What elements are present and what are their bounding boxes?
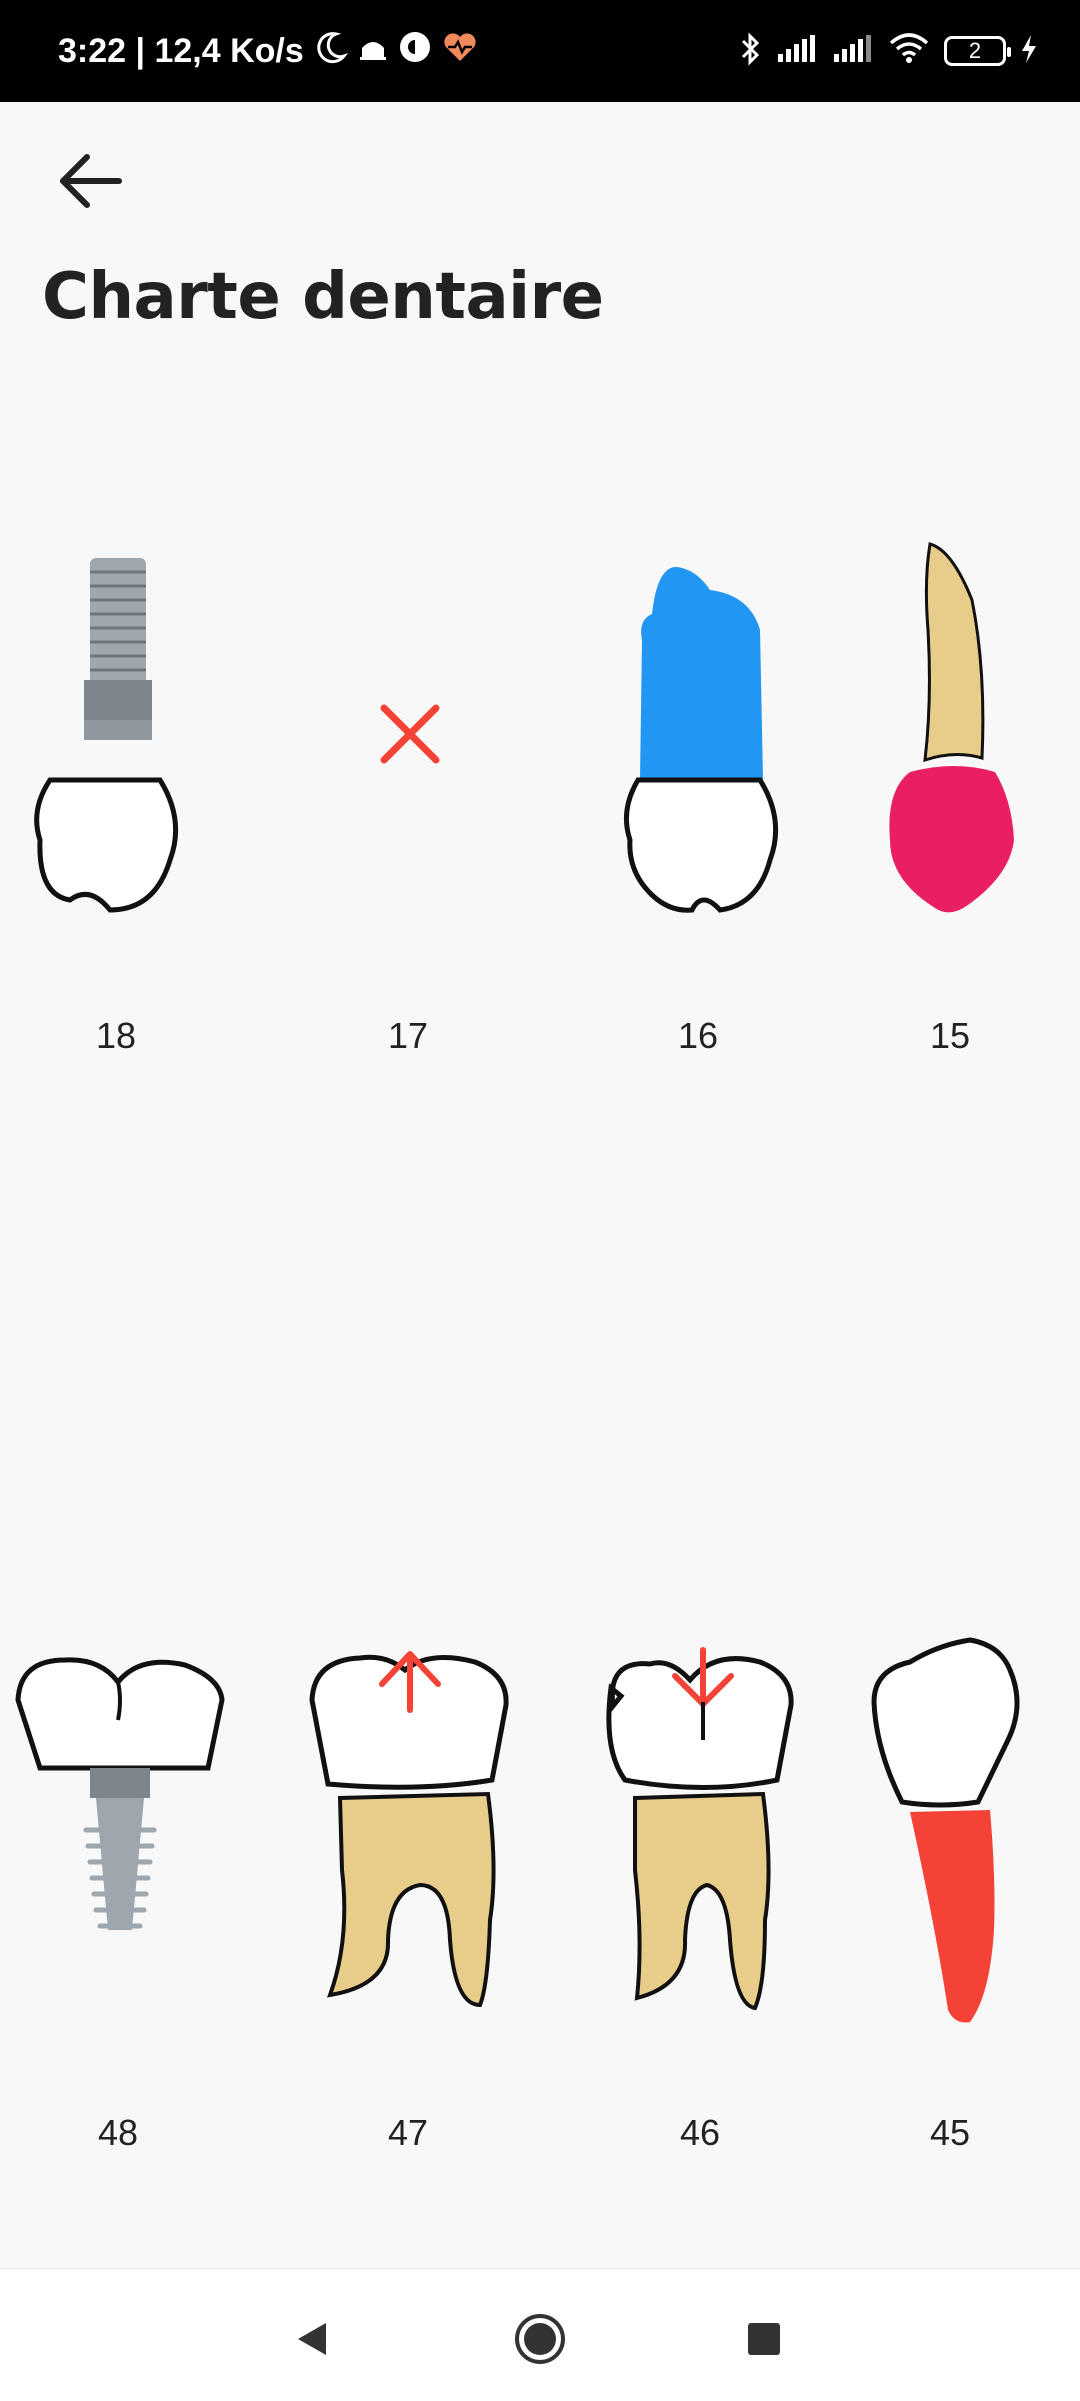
- bluetooth-icon: [740, 31, 762, 71]
- signal-icon: [832, 34, 874, 68]
- nav-recents-button[interactable]: [724, 2299, 804, 2379]
- back-button[interactable]: [44, 135, 136, 227]
- arrow-left-icon: [60, 154, 122, 208]
- tooth-number-17: 17: [387, 1015, 429, 1056]
- tooth-number-16: 16: [677, 1015, 719, 1056]
- implant-tooth-icon: [15, 1657, 225, 1930]
- battery-level: 2: [968, 38, 982, 63]
- status-right: 2: [740, 28, 1038, 74]
- arrow-up-tooth-icon: [309, 1651, 509, 2008]
- nav-back-button[interactable]: [272, 2299, 352, 2379]
- mosque-icon: [358, 32, 388, 71]
- tooth-number-47: 47: [387, 2112, 429, 2153]
- nav-home-button[interactable]: [500, 2299, 580, 2379]
- tooth-number-46: 46: [679, 2112, 721, 2153]
- tooth-number-48: 48: [97, 2112, 139, 2153]
- tooth-number-15: 15: [929, 1015, 971, 1056]
- page-title: Charte dentaire: [42, 260, 604, 334]
- tooth-18[interactable]: [20, 540, 220, 940]
- missing-tooth-icon: [380, 704, 440, 764]
- arrow-down-fractured-tooth-icon: [606, 1647, 794, 2011]
- tooth-15[interactable]: [860, 540, 1060, 940]
- tooth-number-18: 18: [95, 1015, 137, 1056]
- triangle-back-icon: [298, 2323, 326, 2355]
- navigation-bar: [0, 2268, 1080, 2401]
- battery-icon: 2: [944, 36, 1011, 66]
- status-bar: 3:22 | 12,4 Ko/s 2: [0, 0, 1080, 102]
- charging-icon: [1020, 34, 1038, 68]
- blue-tooth-icon: [623, 566, 779, 913]
- tooth-46[interactable]: [595, 1640, 815, 2020]
- wifi-icon: [888, 33, 930, 69]
- square-recents-icon: [748, 2323, 780, 2355]
- tooth-47[interactable]: [300, 1640, 520, 2020]
- signal-icon: [776, 34, 818, 68]
- tooth-16[interactable]: [600, 540, 800, 940]
- tooth-17[interactable]: [310, 540, 510, 940]
- tooth-48[interactable]: [10, 1640, 230, 2020]
- status-left: 3:22 | 12,4 Ko/s: [58, 28, 478, 74]
- circle-home-icon: [515, 2314, 565, 2364]
- health-icon: [442, 30, 478, 73]
- red-root-tooth-icon: [871, 1637, 1020, 2023]
- status-time-speed: 3:22 | 12,4 Ko/s: [58, 31, 304, 70]
- app-icon: [398, 30, 432, 73]
- implant-tooth-icon: [34, 558, 179, 913]
- tooth-45[interactable]: [860, 1630, 1060, 2030]
- moon-icon: [314, 30, 348, 73]
- pink-crown-tooth-icon: [889, 542, 1014, 913]
- tooth-number-45: 45: [929, 2112, 971, 2153]
